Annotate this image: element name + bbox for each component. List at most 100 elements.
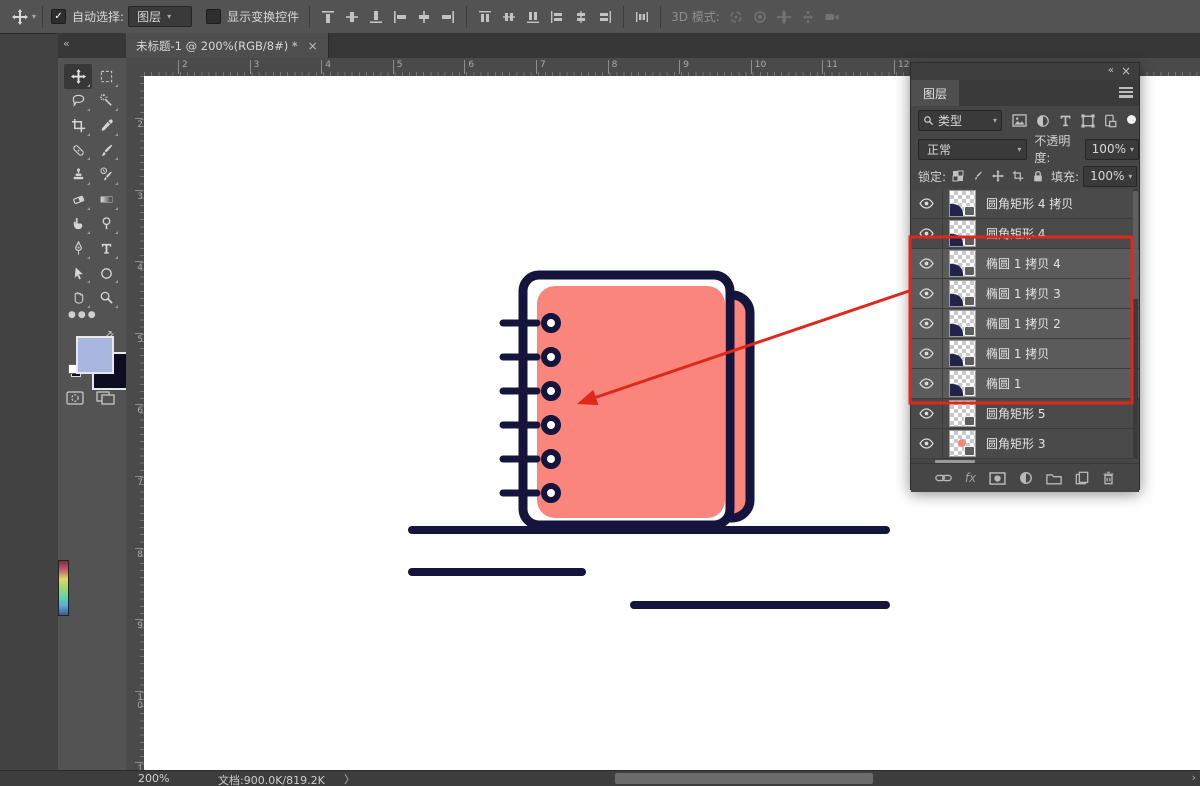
layer-row[interactable]: 椭圆 1 xyxy=(911,369,1139,399)
layer-row[interactable]: 圆角矩形 5 xyxy=(911,399,1139,429)
horizontal-scrollbar-thumb[interactable] xyxy=(615,773,873,784)
layer-thumbnail[interactable] xyxy=(949,190,976,217)
lock-transparency-icon[interactable] xyxy=(952,170,964,182)
distribute-middle-icon[interactable] xyxy=(497,5,521,29)
layer-thumbnail[interactable] xyxy=(949,280,976,307)
type-tool[interactable] xyxy=(92,236,120,261)
layer-thumbnail[interactable] xyxy=(949,340,976,367)
visibility-toggle[interactable] xyxy=(911,429,943,458)
distribute-left-icon[interactable] xyxy=(545,5,569,29)
screen-mode-icon[interactable] xyxy=(96,390,116,406)
eraser-tool[interactable] xyxy=(64,187,92,212)
opacity-value-dropdown[interactable]: 100% ▾ xyxy=(1085,139,1139,160)
document-tab[interactable]: 未标题-1 @ 200%(RGB/8#) * × xyxy=(126,33,329,58)
move-tool-icon[interactable] xyxy=(8,5,32,29)
layer-row[interactable]: 圆角矩形 3 xyxy=(911,429,1139,459)
ellipse-tool[interactable] xyxy=(92,261,120,286)
delete-layer-icon[interactable] xyxy=(1102,471,1115,485)
align-bottom-icon[interactable] xyxy=(364,5,388,29)
healing-tool[interactable] xyxy=(64,138,92,163)
adjustment-filter-icon[interactable] xyxy=(1036,114,1050,128)
layer-style-fx-icon[interactable]: fx xyxy=(965,471,976,485)
visibility-toggle[interactable] xyxy=(911,219,943,248)
align-middle-icon[interactable] xyxy=(340,5,364,29)
layer-row[interactable]: 圆角矩形 4 拷贝 xyxy=(911,189,1139,219)
type-filter-icon[interactable] xyxy=(1059,114,1072,127)
layer-list-scrollbar[interactable] xyxy=(1133,189,1138,459)
layers-tab[interactable]: 图层 xyxy=(911,80,959,106)
status-flyout-chevron[interactable]: 〉 xyxy=(344,771,355,786)
panel-menu-icon[interactable] xyxy=(1119,87,1133,98)
link-layers-icon[interactable] xyxy=(935,472,952,484)
tools-collapse-chevrons[interactable]: « xyxy=(63,37,69,50)
layer-row[interactable]: 椭圆 1 拷贝 2 xyxy=(911,309,1139,339)
smudge-tool[interactable] xyxy=(64,212,92,237)
visibility-toggle[interactable] xyxy=(911,399,943,428)
tool-preset-arrow-icon[interactable]: ▾ xyxy=(32,12,36,21)
ruler-origin-corner[interactable] xyxy=(126,58,145,77)
new-layer-icon[interactable] xyxy=(1075,471,1089,485)
marquee-tool[interactable] xyxy=(92,64,120,89)
distribute-spacing-icon[interactable] xyxy=(630,5,654,29)
visibility-toggle[interactable] xyxy=(911,309,943,338)
align-right-icon[interactable] xyxy=(436,5,460,29)
filter-on-toggle[interactable] xyxy=(1127,115,1136,124)
quick-mask-icon[interactable] xyxy=(66,390,84,406)
lasso-tool[interactable] xyxy=(64,89,92,114)
visibility-toggle[interactable] xyxy=(911,279,943,308)
eyedropper-tool[interactable] xyxy=(92,113,120,138)
smart-object-filter-icon[interactable] xyxy=(1104,114,1117,128)
layer-thumbnail[interactable] xyxy=(949,370,976,397)
distribute-top-icon[interactable] xyxy=(473,5,497,29)
visibility-toggle[interactable] xyxy=(911,369,943,398)
filter-type-dropdown[interactable]: 类型 ▾ xyxy=(918,110,1002,131)
pen-tool[interactable] xyxy=(64,236,92,261)
tab-close-icon[interactable]: × xyxy=(308,39,318,53)
visibility-toggle[interactable] xyxy=(911,339,943,368)
auto-select-checkbox[interactable]: ✓ xyxy=(51,9,66,24)
edit-toolbar-ellipsis-icon[interactable]: ●●● xyxy=(68,310,98,320)
layer-thumbnail[interactable] xyxy=(949,250,976,277)
shape-filter-icon[interactable] xyxy=(1081,114,1095,128)
lock-artboard-icon[interactable] xyxy=(1012,170,1024,182)
visibility-toggle[interactable] xyxy=(911,249,943,278)
layer-row[interactable]: 椭圆 1 拷贝 xyxy=(911,339,1139,369)
auto-select-dropdown[interactable]: 图层 ▾ xyxy=(128,6,192,27)
layer-row[interactable]: 圆角矩形 4 xyxy=(911,219,1139,249)
collapsed-gradient-panel-strip[interactable] xyxy=(58,560,69,616)
magic-wand-tool[interactable] xyxy=(92,89,120,114)
new-adjustment-icon[interactable] xyxy=(1019,471,1033,485)
layer-thumbnail[interactable] xyxy=(949,430,976,457)
fill-value-dropdown[interactable]: 100% ▾ xyxy=(1083,166,1137,187)
crop-tool[interactable] xyxy=(64,113,92,138)
lock-position-icon[interactable] xyxy=(992,170,1004,182)
align-center-icon[interactable] xyxy=(412,5,436,29)
history-brush-tool[interactable] xyxy=(92,162,120,187)
show-transform-checkbox[interactable] xyxy=(206,9,221,24)
path-select-tool[interactable] xyxy=(64,261,92,286)
clone-stamp-tool[interactable] xyxy=(64,162,92,187)
blend-mode-dropdown[interactable]: 正常 ▾ xyxy=(918,139,1027,160)
layer-thumbnail[interactable] xyxy=(949,310,976,337)
zoom-tool[interactable] xyxy=(92,285,120,310)
new-group-icon[interactable] xyxy=(1046,472,1062,485)
add-mask-icon[interactable] xyxy=(989,472,1006,485)
dodge-tool[interactable] xyxy=(92,212,120,237)
foreground-color-swatch[interactable] xyxy=(76,336,114,374)
panel-collapse-chevrons[interactable]: « xyxy=(1108,65,1113,76)
move-tool[interactable] xyxy=(64,64,92,89)
brush-tool[interactable] xyxy=(92,138,120,163)
pixel-filter-icon[interactable] xyxy=(1012,114,1027,127)
layer-row[interactable]: 椭圆 1 拷贝 3 xyxy=(911,279,1139,309)
gradient-tool[interactable] xyxy=(92,187,120,212)
layer-thumbnail[interactable] xyxy=(949,400,976,427)
distribute-center-icon[interactable] xyxy=(569,5,593,29)
ruler-left[interactable]: 234567891011 xyxy=(126,76,145,770)
align-top-icon[interactable] xyxy=(316,5,340,29)
align-left-icon[interactable] xyxy=(388,5,412,29)
layer-row[interactable]: 椭圆 1 拷贝 4 xyxy=(911,249,1139,279)
lock-pixels-icon[interactable] xyxy=(972,170,984,182)
panel-close-icon[interactable]: × xyxy=(1121,64,1131,78)
zoom-level-field[interactable]: 200% xyxy=(138,772,169,785)
distribute-bottom-icon[interactable] xyxy=(521,5,545,29)
